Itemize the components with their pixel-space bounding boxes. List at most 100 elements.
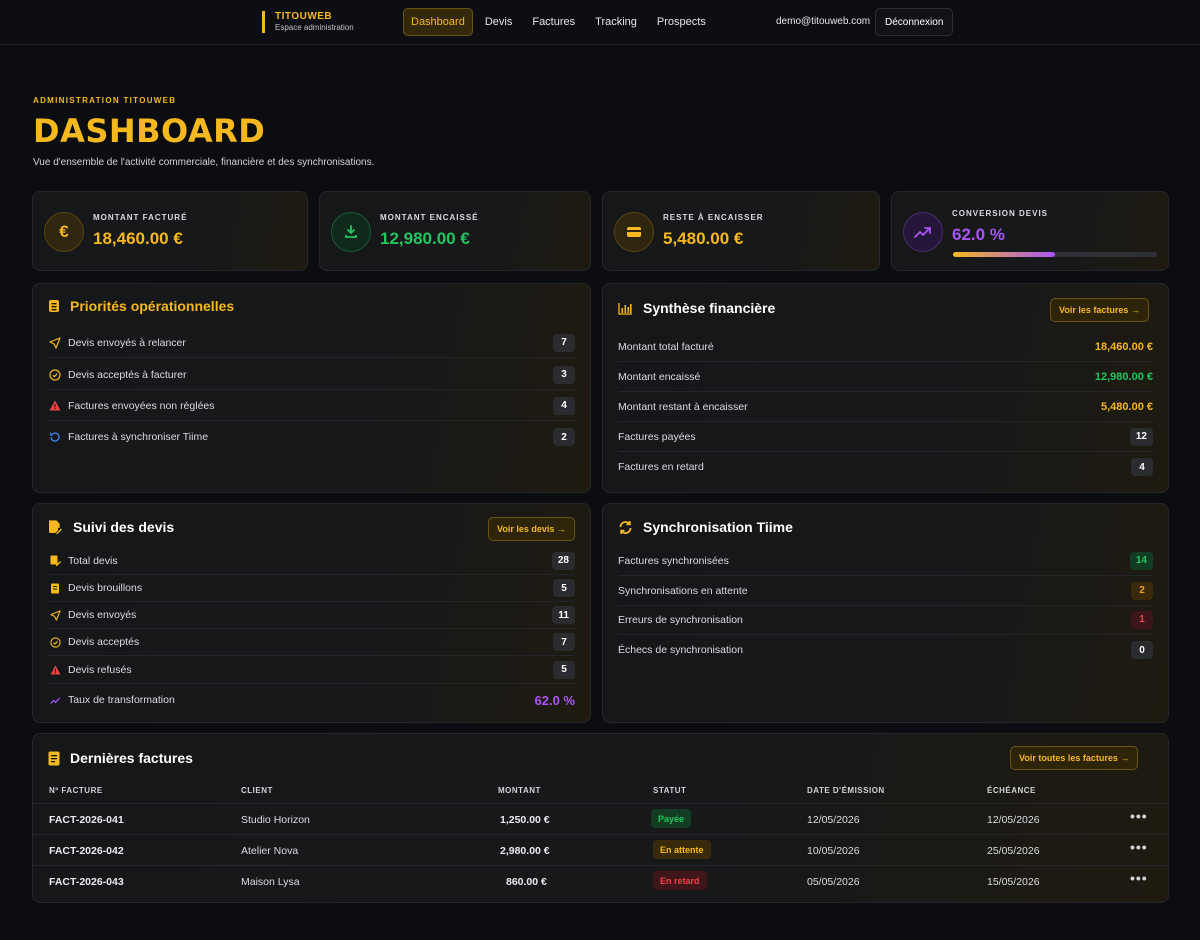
quote-row[interactable]: Devis refusés 5 — [48, 656, 575, 684]
row-label: Factures payées — [618, 430, 696, 443]
nav-prospects[interactable]: Prospects — [649, 8, 714, 36]
row-label: Factures envoyées non réglées — [68, 399, 215, 412]
invoice-number[interactable]: FACT-2026-041 — [49, 814, 124, 826]
row-label: Devis acceptés — [68, 636, 140, 648]
logout-button[interactable]: Déconnexion — [875, 8, 954, 36]
nav-factures[interactable]: Factures — [524, 8, 583, 36]
kpi-label: RESTE À ENCAISSER — [663, 213, 764, 222]
panel-header: Priorités opérationnelles — [48, 298, 234, 314]
conversion-progress-fill — [953, 252, 1055, 257]
priorities-panel: Priorités opérationnelles Devis envoyés … — [32, 283, 591, 493]
finance-row: Factures payées 12 — [618, 422, 1153, 452]
row-label: Devis brouillons — [68, 582, 143, 594]
divider — [33, 865, 1168, 866]
panel-title: Synchronisation Tiime — [643, 519, 793, 535]
warning-icon — [48, 664, 62, 675]
quote-row[interactable]: Devis acceptés 7 — [48, 629, 575, 656]
kpi-value: 5,480.00 € — [663, 229, 744, 248]
panel-header: Synchronisation Tiime — [618, 519, 793, 535]
kpi-value: 62.0 % — [952, 225, 1005, 244]
credit-card-icon — [614, 212, 654, 252]
nav-dashboard[interactable]: Dashboard — [403, 8, 473, 36]
amount-value: 18,460.00 € — [1094, 340, 1153, 353]
file-edit-icon — [48, 555, 62, 566]
priority-row[interactable]: Factures envoyées non réglées 4 — [48, 391, 575, 421]
sync-row: Erreurs de synchronisation 1 — [618, 605, 1153, 635]
page-title: DASHBOARD — [33, 112, 266, 150]
panel-header: Suivi des devis — [48, 519, 174, 535]
invoice-amount: 860.00 € — [506, 876, 547, 888]
panel-title: Dernières factures — [70, 750, 193, 766]
finance-panel: Synthèse financière Voir les factures → … — [602, 283, 1169, 493]
kpi-label: CONVERSION DEVIS — [952, 209, 1049, 218]
invoice-amount: 2,980.00 € — [500, 845, 550, 857]
check-circle-icon — [48, 636, 62, 648]
count-badge: 4 — [1131, 458, 1153, 476]
invoice-due-date: 12/05/2026 — [987, 814, 1040, 826]
send-icon — [48, 609, 62, 621]
quote-row[interactable]: Total devis 28 — [48, 547, 575, 575]
quote-row[interactable]: Devis brouillons 5 — [48, 575, 575, 602]
finance-row: Factures en retard 4 — [618, 452, 1153, 482]
warning-icon — [48, 400, 62, 411]
send-icon — [48, 336, 62, 349]
kpi-card-remaining: RESTE À ENCAISSER 5,480.00 € — [602, 191, 880, 271]
quote-row[interactable]: Devis envoyés 11 — [48, 602, 575, 629]
row-label: Taux de transformation — [68, 694, 175, 706]
view-invoices-button[interactable]: Voir les factures → — [1050, 298, 1149, 322]
status-badge: En retard — [653, 871, 707, 890]
column-header: ÉCHÉANCE — [987, 786, 1036, 795]
brand-subtitle: Espace administration — [275, 23, 354, 32]
amount-value: 12,980.00 € — [1094, 370, 1153, 383]
check-circle-icon — [48, 368, 62, 381]
count-badge: 7 — [553, 633, 575, 651]
finance-row: Montant encaissé 12,980.00 € — [618, 362, 1153, 392]
quote-row: Taux de transformation 62.0 % — [48, 685, 575, 715]
row-label: Factures à synchroniser Tiime — [68, 431, 209, 443]
sync-row: Synchronisations en attente 2 — [618, 576, 1153, 606]
column-header: STATUT — [653, 786, 687, 795]
invoice-number[interactable]: FACT-2026-042 — [49, 845, 124, 857]
row-label: Montant total facturé — [618, 340, 714, 353]
view-all-invoices-button[interactable]: Voir toutes les factures → — [1010, 746, 1139, 770]
divider — [33, 834, 1168, 835]
column-header: DATE D'ÉMISSION — [807, 786, 885, 795]
divider — [33, 803, 1168, 804]
more-actions-icon[interactable]: ••• — [1130, 870, 1148, 886]
kpi-card-collected: MONTANT ENCAISSÉ 12,980.00 € — [319, 191, 591, 271]
row-label: Devis envoyés à relancer — [68, 336, 186, 349]
row-label: Devis refusés — [68, 663, 132, 676]
count-badge: 2 — [553, 428, 575, 446]
finance-row: Montant restant à encaisser 5,480.00 € — [618, 392, 1153, 422]
count-badge: 4 — [553, 396, 575, 415]
more-actions-icon[interactable]: ••• — [1130, 839, 1148, 855]
invoice-issue-date: 12/05/2026 — [807, 814, 860, 826]
row-label: Factures en retard — [618, 461, 704, 473]
euro-icon: € — [44, 212, 84, 252]
invoice-issue-date: 05/05/2026 — [807, 876, 860, 888]
count-badge: 2 — [1131, 581, 1153, 600]
invoice-number[interactable]: FACT-2026-043 — [49, 876, 124, 888]
more-actions-icon[interactable]: ••• — [1130, 808, 1148, 824]
conversion-rate-value: 62.0 % — [534, 692, 575, 708]
receipt-icon — [48, 751, 60, 765]
nav-tracking[interactable]: Tracking — [587, 8, 645, 36]
panel-title: Synthèse financière — [643, 300, 776, 316]
invoice-due-date: 25/05/2026 — [987, 845, 1040, 857]
priority-row[interactable]: Devis envoyés à relancer 7 — [48, 328, 575, 358]
view-quotes-button[interactable]: Voir les devis → — [488, 517, 575, 541]
count-badge: 3 — [553, 365, 575, 384]
user-email: demo@titouweb.com — [776, 16, 871, 27]
brand-logo[interactable]: TITOUWEB Espace administration — [262, 11, 354, 33]
priority-row[interactable]: Factures à synchroniser Tiime 2 — [48, 422, 575, 452]
clipboard-icon — [49, 300, 59, 312]
sync-row: Échecs de synchronisation 0 — [618, 635, 1153, 665]
kpi-value: 18,460.00 € — [93, 229, 183, 248]
priority-row[interactable]: Devis acceptés à facturer 3 — [48, 360, 575, 390]
nav-devis[interactable]: Devis — [477, 8, 521, 36]
count-badge: 11 — [552, 606, 575, 624]
brand-name: TITOUWEB — [275, 11, 333, 22]
row-label: Devis acceptés à facturer — [68, 368, 187, 381]
panel-title: Priorités opérationnelles — [70, 298, 235, 314]
conversion-progress-track — [953, 252, 1157, 257]
